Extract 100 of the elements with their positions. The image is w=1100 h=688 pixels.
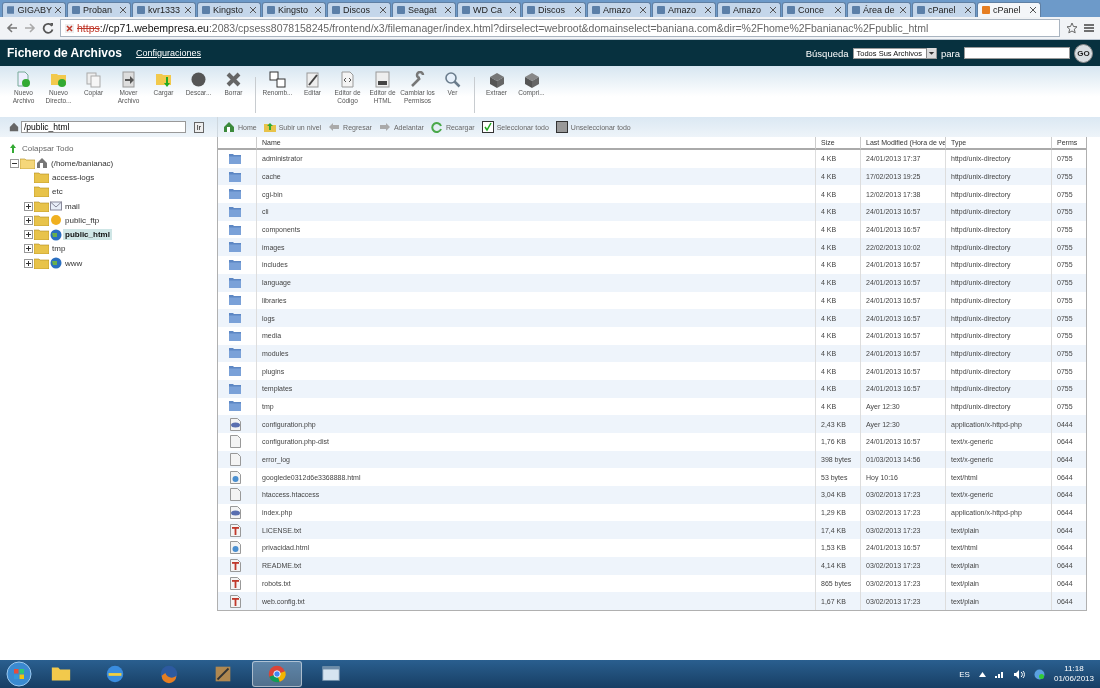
folder-icon [229,295,241,306]
site-icon [267,6,275,14]
browser-tab[interactable]: Seagat [392,2,456,17]
tree-item[interactable]: public_ftp [63,214,102,226]
browser-tab[interactable]: kvr1333 [132,2,196,17]
site-icon [397,6,405,14]
browser-tab[interactable]: Conce [782,2,846,17]
collapse-all-button[interactable]: Colapsar Todo [10,144,207,153]
browser-icon [104,663,126,685]
tree-item[interactable]: access-logs [50,171,97,183]
close-icon[interactable] [705,7,711,13]
address-field[interactable]: https://cp71.webempresa.eu:2083/cpsess8078158245/frontend/x3/filemanager/index.html?dirselect=webroot&domainselect=baniana.com&dir=%2Fhome%2Fbanianac%2Fpublic_html [60,19,1060,37]
browser-tab[interactable]: Discos [327,2,391,17]
close-icon[interactable] [575,7,581,13]
globe-icon [50,228,62,241]
home-icon [223,121,235,133]
star-icon[interactable] [1066,22,1078,34]
wrench-icon [409,71,426,88]
signal-icon[interactable] [994,670,1005,678]
browser-tab[interactable]: Kingsto [197,2,261,17]
page-title: Fichero de Archivos [7,46,122,60]
folder-icon [229,401,241,412]
close-icon[interactable] [250,7,256,13]
tree-item[interactable]: etc [50,186,65,198]
expander-icon[interactable] [24,230,33,240]
site-icon [722,6,730,14]
folder-icon [34,200,49,212]
site-icon [657,6,665,14]
browser-tab[interactable]: Amazo [587,2,651,17]
close-icon[interactable] [965,7,971,13]
tree-item[interactable]: public_html [63,229,112,241]
site-icon [592,6,600,14]
folder-icon [229,242,241,253]
html-editor-icon [374,71,391,88]
close-icon[interactable] [315,7,321,13]
site-icon [527,6,535,14]
expander-icon[interactable] [24,258,33,268]
checked-box-icon [481,121,494,133]
close-icon[interactable] [835,7,841,13]
site-icon [332,6,340,14]
close-icon[interactable] [510,7,516,13]
close-icon[interactable] [380,7,386,13]
tree-item[interactable]: mail [63,200,82,212]
up-folder-icon [263,121,276,133]
close-icon[interactable] [120,7,126,13]
site-icon [852,6,860,14]
search-icon [444,71,461,88]
menu-icon[interactable] [1084,23,1094,33]
close-icon[interactable] [55,7,61,13]
folder-icon [229,259,241,270]
site-icon [787,6,795,14]
network-icon[interactable] [1033,668,1045,680]
upload-folder-icon [155,71,172,88]
expander-icon[interactable] [24,244,33,254]
language-indicator[interactable]: ES [959,669,970,679]
tree-item[interactable]: tmp [50,243,68,255]
close-icon[interactable] [770,7,776,13]
insecure-icon [65,23,74,33]
expander-icon[interactable] [24,201,33,211]
code-editor-icon [339,71,356,88]
folder-icon [229,383,241,394]
path-field[interactable]: /public_html [21,121,186,133]
close-icon[interactable] [1030,7,1036,13]
new-file-icon [15,71,32,88]
reload-icon[interactable] [42,22,54,34]
clock[interactable]: 11:18 01/06/2013 [1053,664,1094,684]
tree-item[interactable]: www [63,257,85,269]
search-label: Búsqueda [805,47,849,59]
folder-icon [229,206,241,217]
close-icon[interactable] [900,7,906,13]
show-hidden-icon[interactable] [978,671,986,677]
browser-tab[interactable]: cPanel [912,2,976,17]
folder-icon [229,277,241,288]
settings-link[interactable]: Configuraciones [135,48,201,58]
search-field[interactable] [964,47,1070,59]
folder-icon [229,313,241,324]
folder-icon [34,229,49,241]
volume-icon[interactable] [1013,669,1025,679]
browser-tab[interactable]: Kingsto [262,2,326,17]
globe-icon [50,257,62,270]
browser-tab[interactable]: Amazo [652,2,716,17]
expander-icon[interactable] [24,215,33,225]
start-button[interactable] [6,661,32,687]
browser-tab[interactable]: Discos [522,2,586,17]
back-icon[interactable] [6,22,18,34]
close-icon[interactable] [445,7,451,13]
go-button[interactable]: GO [1074,43,1093,63]
browser-tab[interactable]: Amazo [717,2,781,17]
expander-icon[interactable] [10,158,19,168]
close-icon[interactable] [640,7,646,13]
site-icon [7,6,15,14]
folder-icon [229,224,241,235]
browser-tab[interactable]: GIGABY [2,2,66,17]
close-icon[interactable] [185,7,191,13]
browser-tab[interactable]: cPanel [977,2,1041,17]
tree-item[interactable]: (/home/banianac) [49,157,116,169]
browser-tab[interactable]: Proban [67,2,131,17]
browser-tab[interactable]: WD Ca [457,2,521,17]
browser-tab[interactable]: Área de [847,2,911,17]
reload-icon [430,121,443,133]
